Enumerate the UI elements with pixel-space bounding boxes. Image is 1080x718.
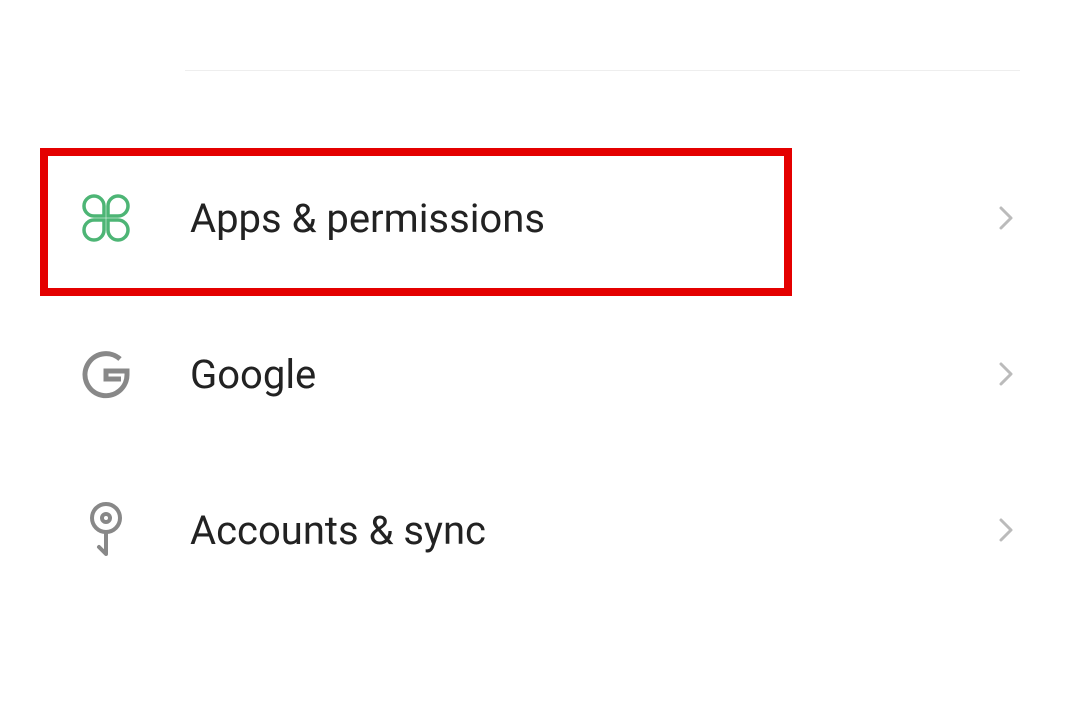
chevron-right-icon: [994, 361, 1020, 387]
google-icon: [78, 346, 134, 402]
settings-item-label: Apps & permissions: [190, 195, 994, 242]
settings-list: Apps & permissions Google: [0, 140, 1080, 608]
settings-item-label: Accounts & sync: [190, 507, 994, 554]
settings-item-apps-permissions[interactable]: Apps & permissions: [0, 140, 1080, 296]
settings-item-accounts-sync[interactable]: Accounts & sync: [0, 452, 1080, 608]
chevron-right-icon: [994, 517, 1020, 543]
key-icon: [78, 502, 134, 558]
apps-icon: [78, 190, 134, 246]
divider: [185, 70, 1020, 71]
settings-item-label: Google: [190, 351, 994, 398]
settings-item-google[interactable]: Google: [0, 296, 1080, 452]
chevron-right-icon: [994, 205, 1020, 231]
